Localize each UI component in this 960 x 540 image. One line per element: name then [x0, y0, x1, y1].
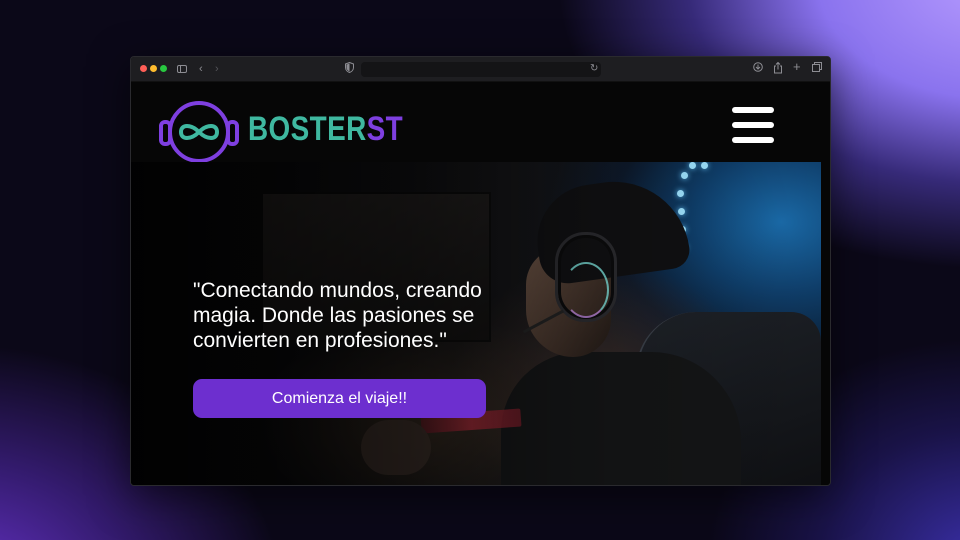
hamburger-bar: [732, 137, 774, 143]
hero-quote: "Conectando mundos, creando magia. Donde…: [193, 279, 482, 352]
chevron-right-icon[interactable]: ›: [215, 62, 219, 76]
hamburger-menu-icon[interactable]: [732, 107, 774, 145]
browser-window: ‹ › ↻ + BOSTERST "Conectando mundos, cre…: [130, 56, 831, 486]
brand-name[interactable]: BOSTERST: [248, 109, 403, 149]
tabs-overview-icon[interactable]: [812, 62, 822, 76]
download-icon[interactable]: [753, 62, 763, 76]
maximize-window-button[interactable]: [160, 65, 167, 72]
hero-section: "Conectando mundos, creando magia. Donde…: [131, 162, 821, 485]
chevron-left-icon[interactable]: ‹: [199, 62, 203, 76]
close-window-button[interactable]: [140, 65, 147, 72]
brand-name-part1: BOSTER: [248, 110, 367, 148]
address-bar[interactable]: [361, 62, 601, 77]
site-header: BOSTERST: [131, 82, 830, 164]
shield-icon[interactable]: [345, 61, 354, 77]
plus-icon[interactable]: +: [793, 60, 801, 74]
sidebar-icon[interactable]: [177, 65, 187, 73]
reload-icon[interactable]: ↻: [590, 62, 598, 76]
browser-toolbar: ‹ › ↻ +: [131, 57, 830, 82]
minimize-window-button[interactable]: [150, 65, 157, 72]
hamburger-bar: [732, 107, 774, 113]
share-icon[interactable]: [773, 61, 783, 78]
page-edge: [821, 162, 830, 485]
start-journey-button[interactable]: Comienza el viaje!!: [193, 379, 486, 418]
hamburger-bar: [732, 122, 774, 128]
brand-name-part2: ST: [366, 110, 404, 148]
logo-astronaut-helmet-icon[interactable]: [157, 98, 241, 164]
